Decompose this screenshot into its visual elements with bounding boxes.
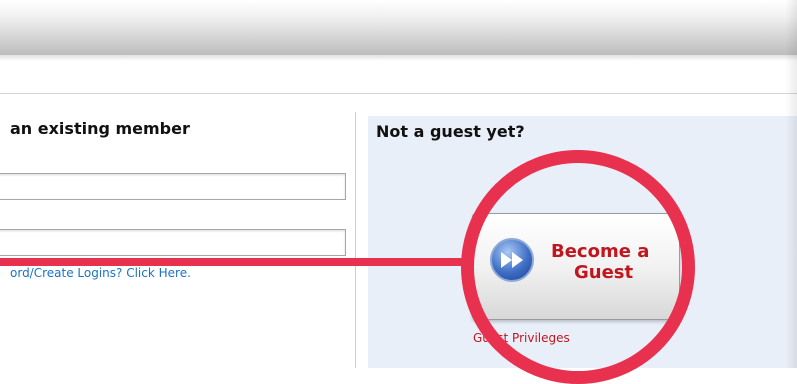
forgot-password-link[interactable]: ord/Create Logins? Click Here. <box>10 266 191 280</box>
guest-panel-title: Not a guest yet? <box>376 122 525 141</box>
member-login-title: an existing member <box>10 119 190 138</box>
window-titlebar <box>0 0 797 55</box>
callout-pointer-line <box>0 258 472 266</box>
password-field[interactable] <box>0 229 346 256</box>
callout-highlight-ring <box>461 150 695 384</box>
toolbar-shadow <box>0 55 797 61</box>
frame-shadow <box>785 0 797 368</box>
panel-divider <box>355 112 356 368</box>
username-field[interactable] <box>0 173 346 200</box>
